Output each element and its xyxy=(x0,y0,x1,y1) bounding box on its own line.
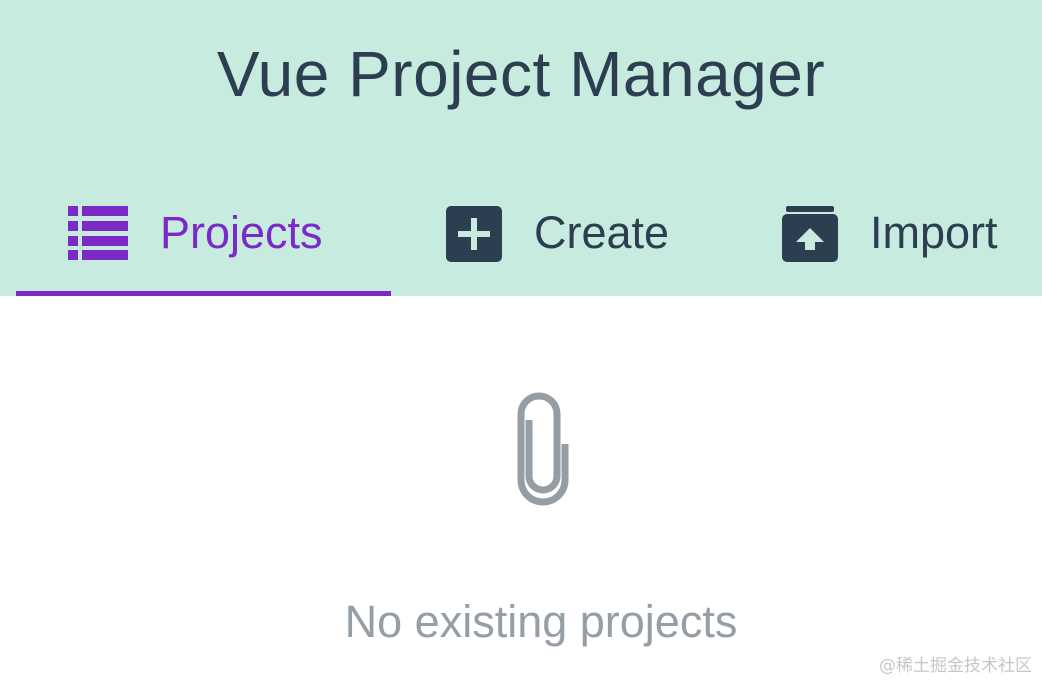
tab-import-label: Import xyxy=(870,207,998,258)
tab-create[interactable]: Create xyxy=(430,186,710,296)
tab-projects[interactable]: Projects xyxy=(16,186,391,296)
list-icon xyxy=(68,206,128,260)
tab-create-label: Create xyxy=(534,207,670,258)
app-window: Vue Project Manager Projects Create Impo… xyxy=(0,0,1042,684)
plus-box-icon xyxy=(446,206,502,262)
header: Vue Project Manager Projects Create Impo… xyxy=(0,0,1042,296)
upload-box-icon xyxy=(782,206,838,262)
empty-state-message: No existing projects xyxy=(344,596,738,647)
paperclip-icon xyxy=(517,392,569,506)
page-title: Vue Project Manager xyxy=(216,38,826,110)
empty-state: No existing projects xyxy=(0,296,1042,684)
watermark: @稀土掘金技术社区 xyxy=(879,656,1032,676)
tab-import[interactable]: Import xyxy=(766,186,1036,296)
tab-projects-label: Projects xyxy=(160,207,323,258)
